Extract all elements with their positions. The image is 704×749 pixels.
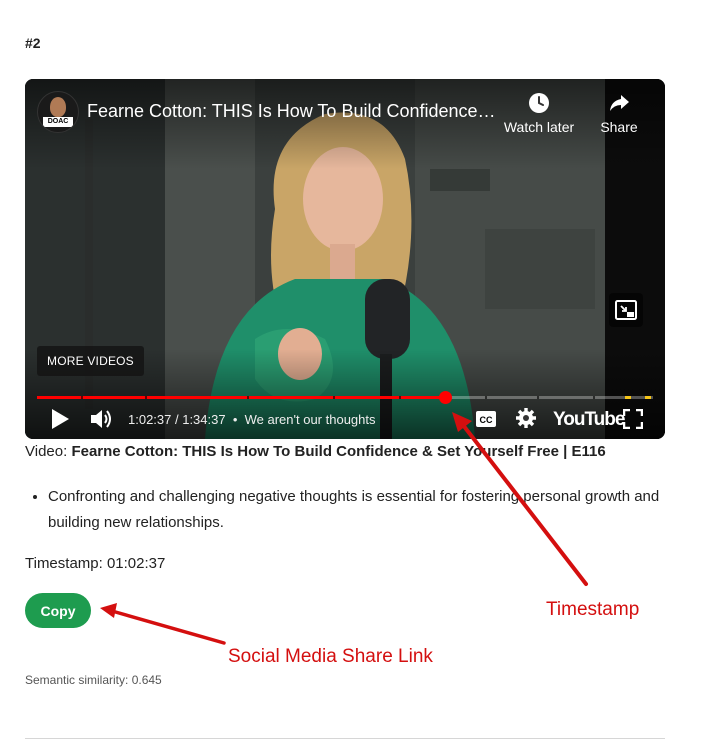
time-readout: 1:02:37 / 1:34:37 • We aren't our though… — [128, 412, 376, 427]
channel-avatar[interactable]: DOAC — [37, 91, 79, 133]
share-label: Share — [600, 119, 638, 135]
list-item: Confronting and challenging negative tho… — [48, 484, 698, 536]
player-controls: 1:02:37 / 1:34:37 • We aren't our though… — [25, 405, 665, 435]
volume-icon[interactable] — [89, 407, 115, 431]
miniplayer-icon — [615, 300, 637, 320]
semantic-similarity: Semantic similarity: 0.645 — [25, 673, 162, 687]
settings-gear-icon[interactable] — [515, 407, 537, 429]
timestamp-text: Timestamp: 01:02:37 — [25, 555, 166, 572]
watch-later-button[interactable]: Watch later — [499, 91, 579, 135]
miniplayer-button[interactable] — [609, 293, 643, 327]
chapter-separator: • — [229, 412, 241, 427]
video-player[interactable]: DOAC Fearne Cotton: THIS Is How To Build… — [25, 79, 665, 439]
progress-played — [37, 396, 445, 399]
progress-bar[interactable] — [37, 391, 653, 404]
caption-video-title: Fearne Cotton: THIS Is How To Build Conf… — [71, 443, 606, 460]
share-button[interactable]: Share — [579, 91, 659, 135]
closed-captions-icon[interactable]: CC — [475, 410, 497, 428]
share-link-annotation: Social Media Share Link — [228, 646, 433, 667]
time-display: 1:02:37 / 1:34:37 — [128, 412, 226, 427]
video-title[interactable]: Fearne Cotton: THIS Is How To Build Conf… — [87, 101, 497, 122]
summary-list: Confronting and challenging negative tho… — [25, 484, 698, 536]
cc-label: CC — [480, 415, 493, 425]
channel-badge: DOAC — [43, 117, 73, 127]
divider — [25, 738, 665, 739]
watch-later-label: Watch later — [503, 119, 575, 135]
clock-icon — [529, 93, 549, 113]
result-rank: #2 — [25, 35, 41, 51]
share-arrow-icon — [610, 95, 629, 111]
caption-prefix: Video: — [25, 443, 72, 460]
fullscreen-icon[interactable] — [623, 409, 643, 429]
youtube-logo[interactable]: YouTube — [553, 409, 625, 431]
copy-button[interactable]: Copy — [25, 593, 91, 628]
chapter-title[interactable]: We aren't our thoughts — [245, 412, 376, 427]
more-videos-button[interactable]: MORE VIDEOS — [37, 346, 144, 376]
play-icon[interactable] — [49, 407, 71, 431]
scrubber-handle[interactable] — [438, 391, 452, 404]
video-caption: Video: Fearne Cotton: THIS Is How To Bui… — [25, 443, 606, 460]
timestamp-annotation: Timestamp — [546, 599, 640, 620]
